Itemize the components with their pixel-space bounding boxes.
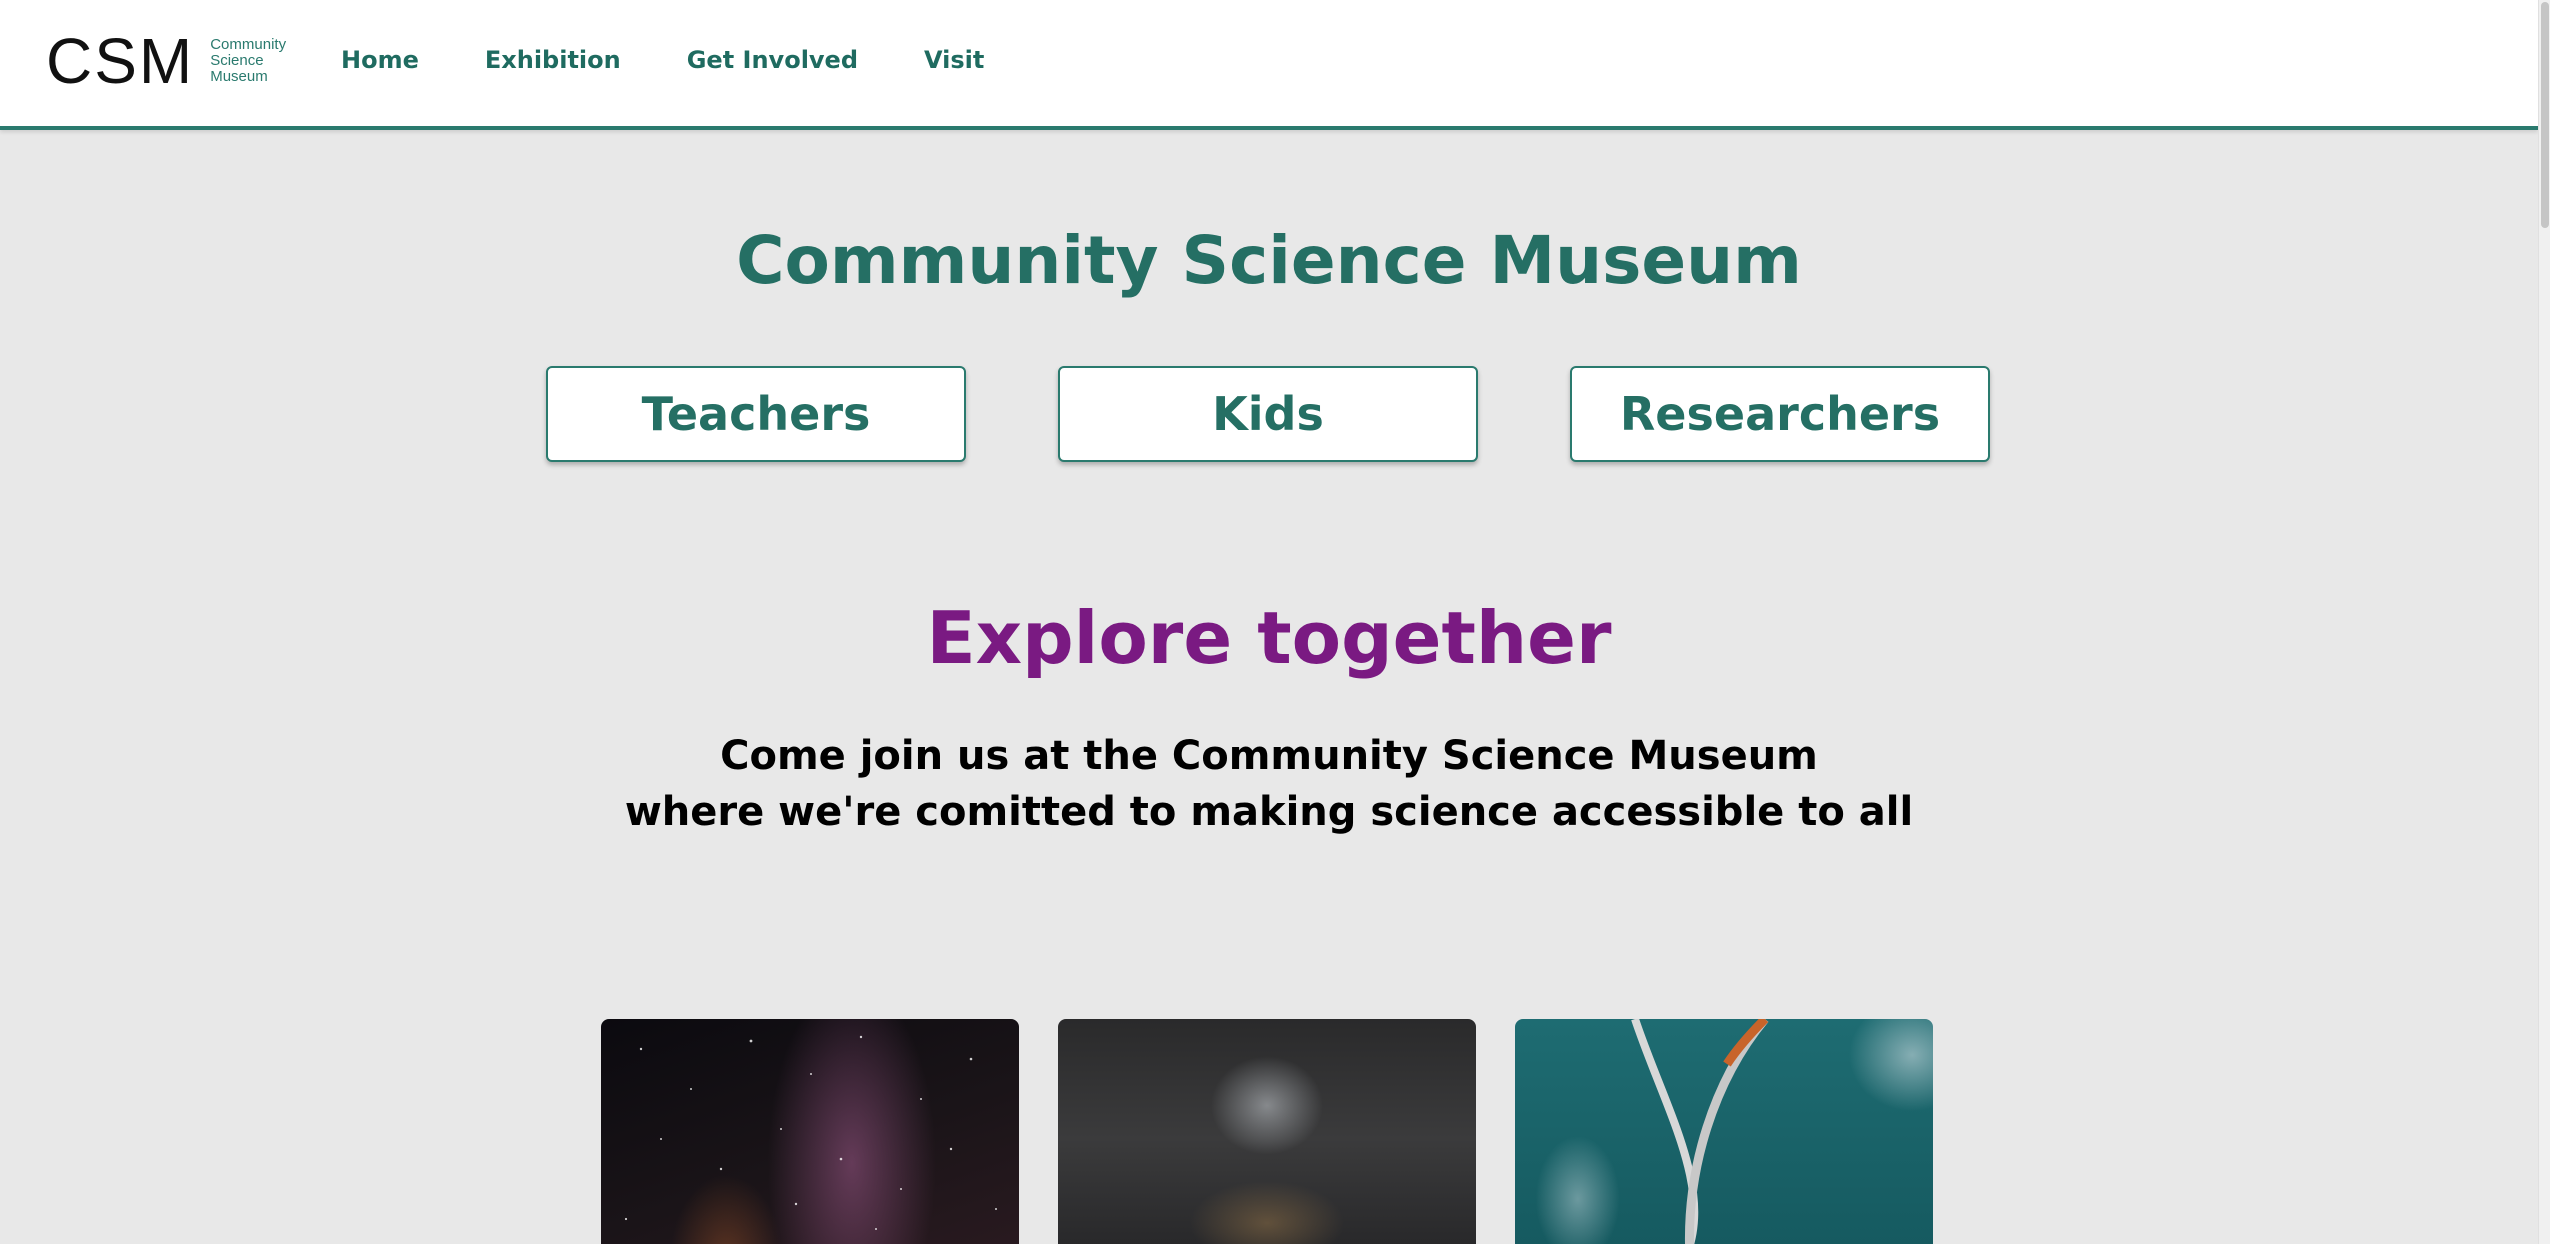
logo-text-line-2: Science xyxy=(210,52,264,69)
logo-text: Community Science Museum xyxy=(210,37,286,85)
card-image-night-sky[interactable] xyxy=(601,1019,1019,1244)
explore-heading: Explore together xyxy=(926,596,1612,680)
logo-mark: CSM xyxy=(46,25,195,97)
nav-visit-link[interactable]: Visit xyxy=(924,46,984,74)
nav-exhibition-link[interactable]: Exhibition xyxy=(485,46,621,74)
card-image-sky-sculpture[interactable] xyxy=(1515,1019,1933,1244)
scrollbar-thumb[interactable] xyxy=(2541,2,2549,228)
page-scrollbar[interactable] xyxy=(2538,0,2550,1244)
logo-text-line-1: Community xyxy=(210,36,287,53)
tagline: Come join us at the Community Science Mu… xyxy=(0,728,2538,840)
logo[interactable]: CSM Community Science Museum xyxy=(46,26,286,96)
researchers-button[interactable]: Researchers xyxy=(1570,366,1990,462)
tagline-line-2: where we're comitted to making science a… xyxy=(624,789,1914,835)
sculpture-decoration xyxy=(1631,1019,1769,1244)
card-image-museum-hall[interactable] xyxy=(1058,1019,1476,1244)
page-title: Community Science Museum xyxy=(736,222,1802,299)
main-nav: Home Exhibition Get Involved Visit xyxy=(341,46,1050,74)
logo-text-line-3: Museum xyxy=(210,68,268,85)
teachers-button[interactable]: Teachers xyxy=(546,366,966,462)
nav-home-link[interactable]: Home xyxy=(341,46,419,74)
tagline-line-1: Come join us at the Community Science Mu… xyxy=(720,733,1818,779)
site-header: CSM Community Science Museum Home Exhibi… xyxy=(0,0,2538,130)
stars-decoration xyxy=(624,1035,997,1230)
nav-get-involved-link[interactable]: Get Involved xyxy=(687,46,858,74)
kids-button[interactable]: Kids xyxy=(1058,366,1478,462)
